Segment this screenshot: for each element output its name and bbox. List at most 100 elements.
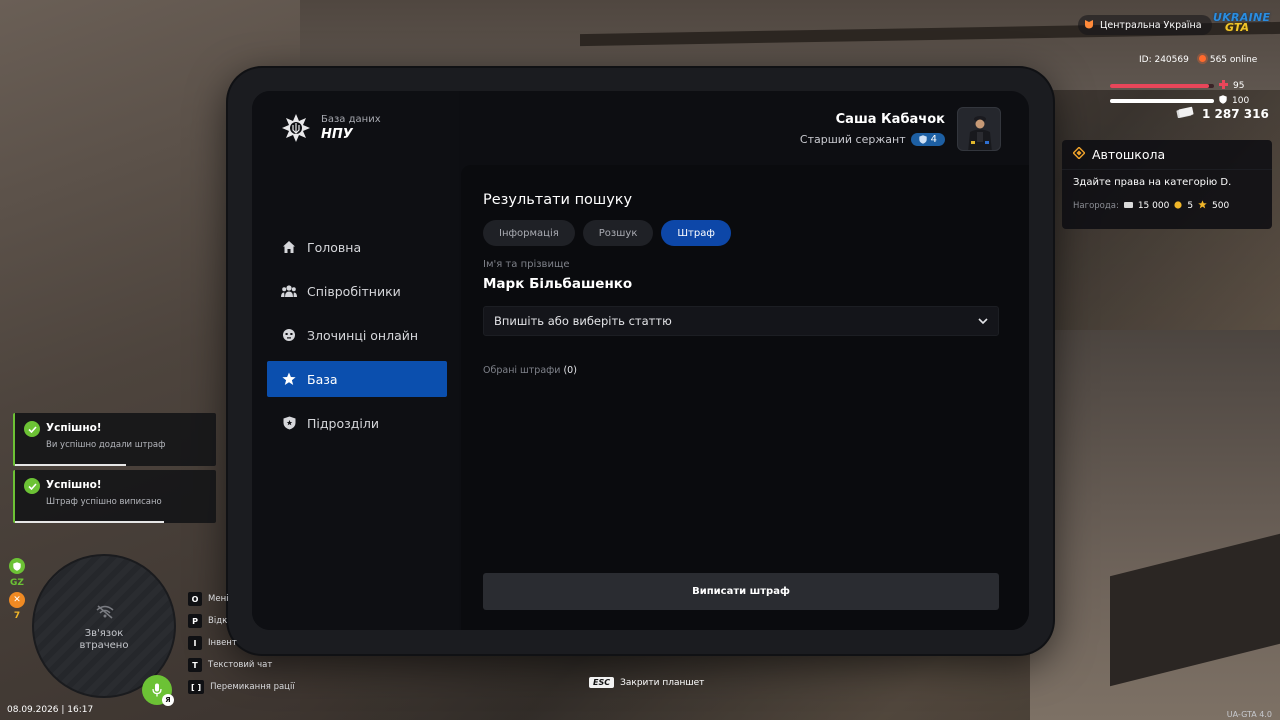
health-bar [1110,84,1214,88]
keybind-row: O Мені [188,588,295,610]
health-value: 95 [1233,81,1245,91]
sidebar-nav: Головна Співробітники Злочинці онлайн Ба… [267,229,447,449]
region-icon [1084,19,1094,32]
quest-header: Автошкола [1062,140,1272,170]
cash-icon [1123,201,1133,211]
cash-icon [1176,106,1194,121]
keybind-label: Текстовий чат [208,660,273,670]
keybind-row: P Відк [188,610,295,632]
mask-icon [281,327,297,343]
keybind-row: [ ] Перемикання рації [188,676,295,698]
sidebar-item-divisions[interactable]: Підрозділи [267,405,447,441]
reward-label: Нагорода: [1073,201,1119,211]
sidebar: База даних НПУ Головна Співробітники Зло… [252,91,459,630]
keybind-label: Мені [208,594,229,604]
toast-title: Успішно! [46,479,102,491]
issue-fine-button[interactable]: Виписати штраф [483,573,999,610]
keybind-label: Відк [208,616,228,626]
brand-subtitle: База даних [321,114,381,125]
toast-progress [15,464,126,466]
tab-wanted[interactable]: Розшук [582,220,654,246]
online-count: 565 online [1209,55,1258,65]
key-cap: P [188,614,202,628]
selected-fines: Обрані штрафи (0) [483,365,577,376]
sidebar-item-label: Підрозділи [307,415,379,431]
close-tablet-label: Закрити планшет [620,677,705,688]
keybind-label: Інвент [208,638,237,648]
health-row: 95 [1110,80,1244,92]
quest-reward: Нагорода: 15 000 5 500 [1062,188,1272,212]
sidebar-item-employees[interactable]: Співробітники [267,273,447,309]
page-title: Результати пошуку [483,192,633,208]
police-badge-icon [281,113,311,143]
shield-icon [918,135,927,144]
coin-icon [1174,200,1182,212]
sidebar-item-criminals-online[interactable]: Злочинці онлайн [267,317,447,353]
brand-title: НПУ [321,127,353,142]
keybind-row: T Текстовий чат [188,654,295,676]
key-cap: O [188,592,202,606]
sidebar-item-label: Злочинці онлайн [307,327,419,343]
online-icon [1198,55,1206,62]
minimap-status: Зв'язок втрачено [34,628,174,652]
article-select-placeholder: Впишіть або виберіть статтю [494,314,672,328]
esc-key: ESC [589,677,615,688]
tablet-screen: База даних НПУ Головна Співробітники Зло… [252,91,1029,630]
minimap-status-line: Зв'язок [84,628,124,639]
player-id: ID: 240569 [1139,55,1189,65]
close-tablet-hint[interactable]: ESC Закрити планшет [589,677,704,688]
sidebar-item-home[interactable]: Головна [267,229,447,265]
quest-title: Автошкола [1092,147,1166,162]
selected-fines-label: Обрані штрафи [483,365,561,376]
user-profile: Саша Кабачок Старший сержант 4 [800,107,1001,151]
shield-icon [281,415,297,431]
region-badge: Центральна Україна [1078,15,1212,35]
sidebar-item-database[interactable]: База [267,361,447,397]
article-select[interactable]: Впишіть або виберіть статтю [483,306,999,336]
tab-fine[interactable]: Штраф [661,220,731,246]
sidebar-item-label: Головна [307,239,362,255]
armor-value: 100 [1232,96,1250,106]
toast-success: Успішно! Штраф успішно виписано [13,470,216,523]
user-rank-label: Старший сержант [799,133,906,146]
sidebar-item-label: База [307,371,338,387]
health-icon [1219,80,1228,92]
no-signal-icon [96,604,114,623]
region-name: Центральна Україна [1100,19,1202,31]
key-cap: [ ] [188,680,205,694]
quest-description: Здайте права на категорію D. [1073,177,1232,188]
quest-card: Автошкола Здайте права на категорію D. Н… [1062,140,1272,229]
name-label: Ім'я та прізвище [483,259,570,270]
status-column: GZ ✕ 7 [8,558,26,621]
check-icon [24,478,40,494]
wanted-icon: ✕ [9,592,25,608]
armor-bar [1110,99,1214,103]
sidebar-item-label: Співробітники [307,283,401,299]
user-name: Саша Кабачок [835,112,945,127]
key-cap: T [188,658,202,672]
star-icon [281,371,297,387]
avatar[interactable] [957,107,1001,151]
toast-success: Успішно! Ви успішно додали штраф [13,413,216,466]
key-cap: I [188,636,202,650]
keybind-hints: O Мені P Відк I Інвент T Текстовий чат [ ] Пе… [188,588,295,698]
main-content: Результати пошуку Інформація Розшук Штра… [461,165,1029,630]
microphone-icon [152,683,162,697]
money-display: 1 287 316 [1176,106,1269,121]
check-icon [24,421,40,437]
reward-stars: 500 [1212,201,1230,211]
gz-label: GZ [10,578,24,588]
version-label: UA-GTA 4.0 [1226,710,1272,719]
green-zone-icon [9,558,25,574]
star-icon [1198,200,1207,212]
player-info: ID: 240569 565 online [1139,55,1257,65]
toast-message: Ви успішно додали штраф [46,440,166,450]
tab-information[interactable]: Інформація [483,220,575,246]
game-logo: UKRAINE GTA [1213,11,1270,39]
keybind-row: I Інвент [188,632,295,654]
mic-badge: Я [162,694,174,706]
reward-money: 15 000 [1137,201,1170,211]
minimap-status-line: втрачено [79,640,129,651]
toast-message: Штраф успішно виписано [46,497,162,507]
reward-coins: 5 [1187,201,1194,211]
